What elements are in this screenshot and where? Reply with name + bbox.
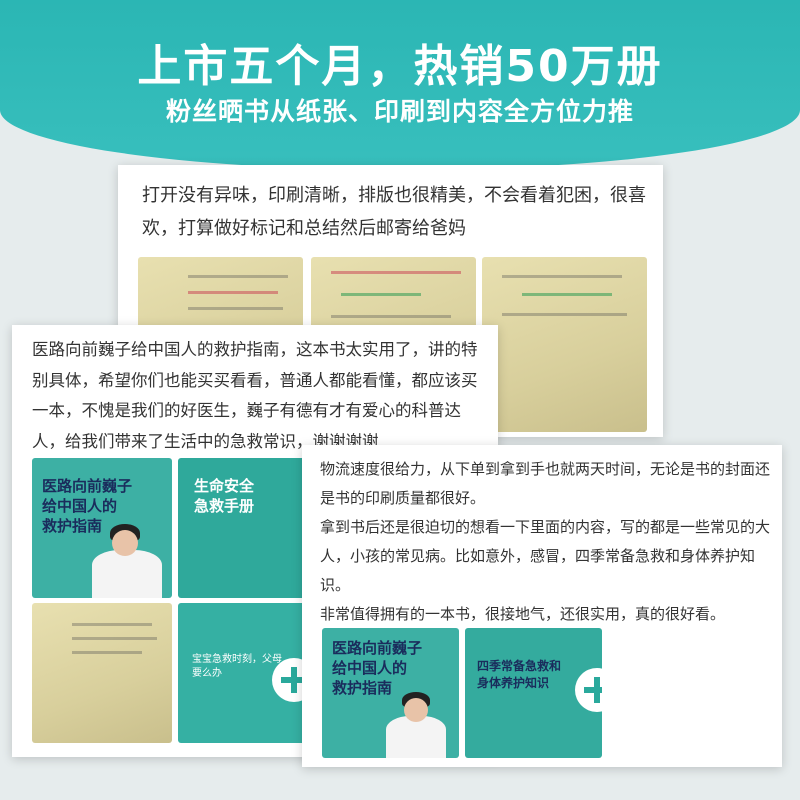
inner-page-photo: 四季常备急救和 身体养护知识 bbox=[465, 628, 602, 758]
page-caption: 宝宝急救时刻，父母要么办 bbox=[192, 654, 282, 679]
book-cover-photo: 医路向前巍子 给中国人的 救护指南 bbox=[32, 458, 172, 598]
page-title: 四季常备急救和 身体养护知识 bbox=[477, 659, 562, 690]
review-paragraph: 非常值得拥有的一本书，很接地气，还很实用，真的很好看。 bbox=[320, 605, 726, 623]
book-title: 医路向前巍子 给中国人的 救护指南 bbox=[332, 639, 423, 697]
book-title: 医路向前巍子 给中国人的 救护指南 bbox=[42, 477, 133, 535]
open-book-photo bbox=[32, 603, 172, 743]
review-paragraph: 拿到书后还是很迫切的想看一下里面的内容，写的都是一些常见的大人，小孩的常见病。比… bbox=[320, 518, 771, 594]
review-text: 物流速度很给力，从下单到拿到手也就两天时间，无论是书的封面还是书的印刷质量都很好… bbox=[320, 455, 770, 629]
review-text: 打开没有异味，印刷清晰，排版也很精美，不会看着犯困，很喜欢，打算做好标记和总结然… bbox=[142, 185, 646, 239]
review-paragraph: 物流速度很给力，从下单到拿到手也就两天时间，无论是书的封面还是书的印刷质量都很好… bbox=[320, 460, 771, 507]
open-book-photo bbox=[482, 257, 647, 432]
booklet-photo: 生命安全 急救手册 bbox=[178, 458, 318, 598]
doctor-figure bbox=[386, 716, 446, 758]
review-text: 医路向前巍子给中国人的救护指南，这本书太实用了，讲的特别具体，希望你们也能买买看… bbox=[32, 340, 478, 451]
subline: 粉丝晒书从纸张、印刷到内容全方位力推 bbox=[165, 97, 634, 126]
review-card-3: 物流速度很给力，从下单到拿到手也就两天时间，无论是书的封面还是书的印刷质量都很好… bbox=[302, 445, 782, 767]
booklet-title: 生命安全 急救手册 bbox=[194, 477, 255, 515]
book-cover-photo: 医路向前巍子 给中国人的 救护指南 bbox=[322, 628, 459, 758]
doctor-figure bbox=[92, 550, 162, 598]
inner-page-photo: 宝宝急救时刻，父母要么办 bbox=[178, 603, 318, 743]
headline: 上市五个月，热销50万册 bbox=[137, 41, 663, 92]
